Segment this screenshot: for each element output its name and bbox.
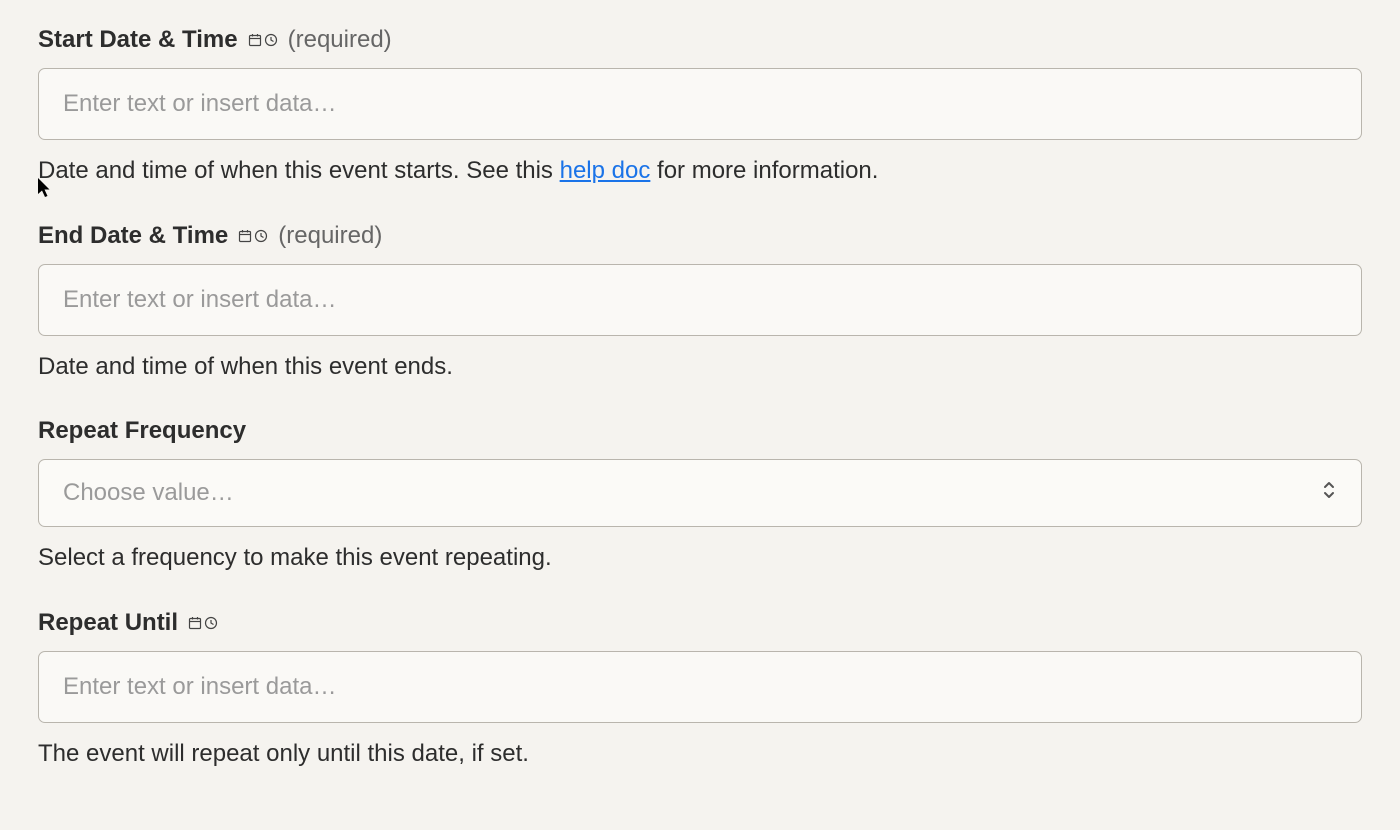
label-row: Repeat Until <box>38 609 1362 637</box>
label-row: End Date & Time (required) <box>38 222 1362 250</box>
calendar-icon <box>238 229 252 243</box>
end-date-time-input[interactable] <box>38 264 1362 336</box>
required-indicator: (required) <box>278 222 382 250</box>
repeat-until-help: The event will repeat only until this da… <box>38 737 1362 771</box>
field-start-date-time: Start Date & Time (required) Date and ti… <box>38 26 1362 188</box>
updown-chevron-icon <box>1321 479 1337 508</box>
end-date-time-help: Date and time of when this event ends. <box>38 350 1362 384</box>
start-date-time-help: Date and time of when this event starts.… <box>38 154 1362 188</box>
repeat-frequency-help: Select a frequency to make this event re… <box>38 541 1362 575</box>
help-suffix: for more information. <box>650 157 878 184</box>
help-prefix: Date and time of when this event starts.… <box>38 157 560 184</box>
clock-icon <box>254 229 268 243</box>
calendar-icon <box>248 33 262 47</box>
clock-icon <box>204 616 218 630</box>
field-repeat-frequency: Repeat Frequency Choose value… Select a … <box>38 417 1362 575</box>
repeat-until-label: Repeat Until <box>38 609 178 637</box>
start-date-time-label: Start Date & Time <box>38 26 238 54</box>
repeat-until-input[interactable] <box>38 651 1362 723</box>
clock-icon <box>264 33 278 47</box>
label-row: Start Date & Time (required) <box>38 26 1362 54</box>
required-indicator: (required) <box>288 26 392 54</box>
start-date-time-input[interactable] <box>38 68 1362 140</box>
repeat-frequency-label: Repeat Frequency <box>38 417 246 444</box>
repeat-frequency-select[interactable]: Choose value… <box>38 459 1362 527</box>
calendar-clock-icons <box>188 616 218 630</box>
end-date-time-label: End Date & Time <box>38 222 228 250</box>
field-repeat-until: Repeat Until The event will repeat only … <box>38 609 1362 771</box>
calendar-icon <box>188 616 202 630</box>
help-doc-link[interactable]: help doc <box>560 157 651 184</box>
calendar-clock-icons <box>238 229 268 243</box>
select-placeholder: Choose value… <box>63 479 234 507</box>
field-end-date-time: End Date & Time (required) Date and time… <box>38 222 1362 384</box>
calendar-clock-icons <box>248 33 278 47</box>
